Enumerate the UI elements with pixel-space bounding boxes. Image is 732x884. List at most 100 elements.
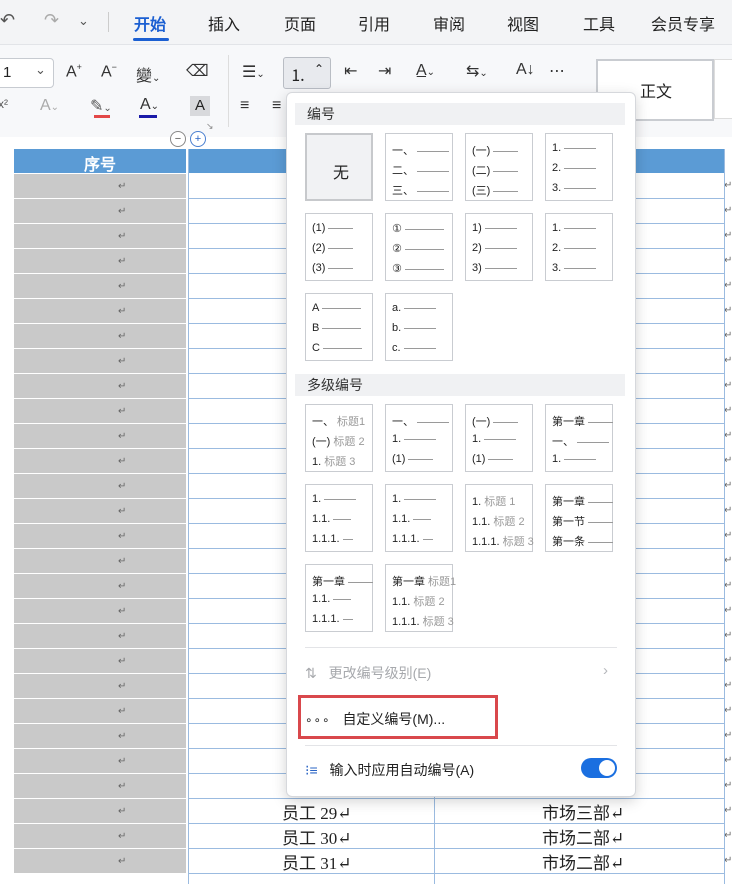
tab-tools[interactable]: 工具 xyxy=(583,11,615,35)
row-number-cell[interactable]: ↵ xyxy=(14,724,186,749)
row-number-cell[interactable]: ↵ xyxy=(14,174,186,199)
paragraph-mark: ↵ xyxy=(118,306,127,317)
auto-numbering-toggle[interactable] xyxy=(581,758,617,778)
text-effect-icon[interactable]: A⌄ xyxy=(40,97,59,115)
show-marks-icon[interactable]: ⋯ xyxy=(549,61,565,81)
row-number-cell[interactable]: ↵ xyxy=(14,224,186,249)
row-number-cell[interactable]: ↵ xyxy=(14,649,186,674)
row-number-cell[interactable]: ↵ xyxy=(14,424,186,449)
row-number-cell[interactable]: ↵ xyxy=(14,799,186,824)
numbering-style-tile[interactable]: (1) (2) (3) xyxy=(305,213,373,281)
row-number-cell[interactable]: ↵ xyxy=(14,524,186,549)
row-number-cell[interactable]: ↵ xyxy=(14,549,186,574)
row-number-cell[interactable]: ↵ xyxy=(14,749,186,774)
decrease-font-icon[interactable]: A− xyxy=(101,62,117,81)
tile-number-label: (3) xyxy=(312,262,326,274)
row-number-cell[interactable]: ↵ xyxy=(14,574,186,599)
numbering-style-tile[interactable]: 一、 二、 三、 xyxy=(385,133,453,201)
add-column-icon[interactable]: + xyxy=(190,131,206,147)
employee-name-cell[interactable]: 员工 30↵ xyxy=(282,824,352,849)
row-number-cell[interactable]: ↵ xyxy=(14,249,186,274)
row-number-cell[interactable]: ↵ xyxy=(14,774,186,799)
employee-name-cell[interactable]: 员工 31↵ xyxy=(282,849,352,874)
increase-indent-icon[interactable]: ⇥ xyxy=(378,61,391,81)
row-number-cell[interactable]: ↵ xyxy=(14,599,186,624)
font-size-select[interactable]: 1 ⌄ xyxy=(0,58,54,88)
auto-numbering-menu-item[interactable]: ⁝≡ 输入时应用自动编号(A) xyxy=(305,760,474,780)
multilevel-style-tile[interactable]: (一) 1. (1) xyxy=(465,404,533,472)
row-number-cell[interactable]: ↵ xyxy=(14,399,186,424)
multilevel-style-tile[interactable]: 第一章 第一节 第一条 xyxy=(545,484,613,552)
line-spacing-icon[interactable]: ⇆⌄ xyxy=(466,61,488,81)
numbering-style-tile[interactable]: a. b. c. xyxy=(385,293,453,361)
tab-page[interactable]: 页面 xyxy=(284,11,316,35)
tab-review[interactable]: 审阅 xyxy=(433,11,465,35)
style-next[interactable] xyxy=(714,59,732,119)
numbering-style-tile[interactable]: ① ② ③ xyxy=(385,213,453,281)
row-number-cell[interactable]: ↵ xyxy=(14,499,186,524)
department-cell[interactable]: 市场二部↵ xyxy=(542,849,624,874)
paragraph-mark: ↵ xyxy=(724,230,732,241)
row-number-cell[interactable]: ↵ xyxy=(14,199,186,224)
align-center-icon[interactable]: ≡ xyxy=(272,97,281,115)
employee-name-cell[interactable]: 员工 29↵ xyxy=(282,799,352,824)
row-number-cell[interactable]: ↵ xyxy=(14,324,186,349)
numbering-none-tile[interactable]: 无 xyxy=(305,133,373,201)
decrease-indent-icon[interactable]: ⇤ xyxy=(344,61,357,81)
multilevel-style-tile[interactable]: 第一章 标题1 1.1. 标题 2 1.1.1. 标题 3 xyxy=(385,564,456,632)
superscript-icon[interactable]: x² xyxy=(0,97,8,111)
row-number-cell[interactable]: ↵ xyxy=(14,374,186,399)
department-cell[interactable]: 市场二部↵ xyxy=(542,824,624,849)
multilevel-style-tile[interactable]: 1. 1.1. 1.1.1. xyxy=(305,484,373,552)
eraser-icon[interactable]: ⌫ xyxy=(186,61,209,81)
tab-view[interactable]: 视图 xyxy=(507,11,539,35)
multilevel-style-tile[interactable]: 1. 标题 1 1.1. 标题 2 1.1.1. 标题 3 xyxy=(465,484,534,552)
paragraph-mark: ↵ xyxy=(118,406,127,417)
font-color-icon[interactable]: A⌄ xyxy=(140,96,159,114)
bullet-list-icon[interactable]: ☰⌄ xyxy=(242,62,265,82)
row-number-cell[interactable]: ↵ xyxy=(14,474,186,499)
row-number-cell[interactable]: ↵ xyxy=(14,449,186,474)
tab-references[interactable]: 引用 xyxy=(358,11,390,35)
chevron-down-icon[interactable]: ⌄ xyxy=(78,13,89,29)
highlight-icon[interactable]: ✎⌄ xyxy=(90,96,112,116)
multilevel-style-tile[interactable]: 一、 1. (1) xyxy=(385,404,453,472)
tile-text-line xyxy=(564,227,597,229)
numbering-style-tile[interactable]: 1. 2. 3. xyxy=(545,213,613,281)
tab-member[interactable]: 会员专享 xyxy=(651,11,715,35)
row-number-cell[interactable]: ↵ xyxy=(14,824,186,849)
numbered-list-button[interactable]: ⒈ ⌃ xyxy=(283,57,331,89)
tab-insert[interactable]: 插入 xyxy=(208,11,240,35)
custom-numbering-menu-item[interactable]: ∘∘∘ 自定义编号(M)... xyxy=(305,709,445,729)
phonetic-guide-icon[interactable]: 變⌄ xyxy=(136,62,160,86)
row-number-cell[interactable]: ↵ xyxy=(14,699,186,724)
multilevel-style-tile[interactable]: 第一章 一、 1. xyxy=(545,404,613,472)
tile-level: A xyxy=(312,302,362,314)
change-level-menu-item[interactable]: ⇅ 更改编号级别(E) xyxy=(305,663,431,683)
multilevel-style-tile[interactable]: 1. 1.1. 1.1.1. xyxy=(385,484,453,552)
redo-icon[interactable]: ↷ xyxy=(44,10,59,31)
multilevel-style-tile[interactable]: 一、 标题1 (一) 标题 2 1. 标题 3 xyxy=(305,404,373,472)
department-cell[interactable]: 市场三部↵ xyxy=(542,799,624,824)
row-number-cell[interactable]: ↵ xyxy=(14,674,186,699)
row-number-cell[interactable]: ↵ xyxy=(14,624,186,649)
numbering-style-tile[interactable]: (一) (二) (三) xyxy=(465,133,533,201)
tab-home[interactable]: 开始 xyxy=(134,11,166,35)
row-number-cell[interactable]: ↵ xyxy=(14,299,186,324)
row-number-cell[interactable]: ↵ xyxy=(14,274,186,299)
undo-icon[interactable]: ↶ xyxy=(0,10,15,31)
dialog-launcher-icon[interactable]: ↘ xyxy=(206,121,214,132)
sort-icon[interactable]: A↓ xyxy=(516,61,535,79)
char-shading-icon[interactable]: A xyxy=(190,96,210,116)
increase-font-icon[interactable]: A+ xyxy=(66,62,82,81)
row-number-cell[interactable]: ↵ xyxy=(14,349,186,374)
text-direction-icon[interactable]: A̲⌄ xyxy=(416,62,435,80)
remove-column-icon[interactable]: − xyxy=(170,131,186,147)
numbering-style-tile[interactable]: ABC xyxy=(305,293,373,361)
multilevel-style-tile[interactable]: 第一章 1.1. 1.1.1. xyxy=(305,564,373,632)
numbering-style-tile[interactable]: 1) 2) 3) xyxy=(465,213,533,281)
paragraph-mark: ↵ xyxy=(724,480,732,491)
row-number-cell[interactable]: ↵ xyxy=(14,849,186,874)
numbering-style-tile[interactable]: 1. 2. 3. xyxy=(545,133,613,201)
align-left-icon[interactable]: ≡ xyxy=(240,97,249,115)
